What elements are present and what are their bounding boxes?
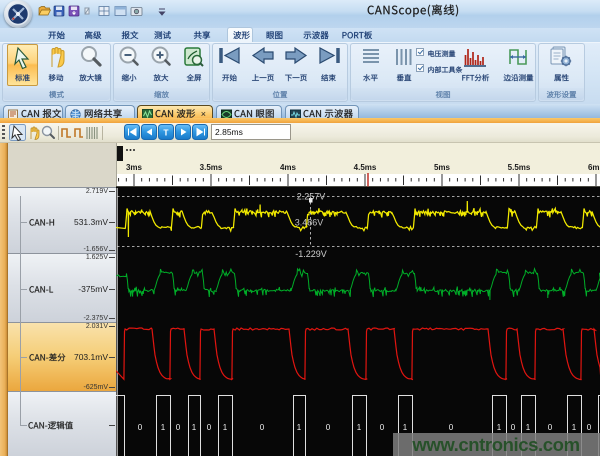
svg-text:5.5ms: 5.5ms xyxy=(508,163,531,172)
svg-text:0: 0 xyxy=(587,423,592,432)
svg-text:0: 0 xyxy=(260,423,265,432)
svg-text:6ms: 6ms xyxy=(588,163,600,172)
svg-text:T: T xyxy=(163,128,169,138)
svg-text:0: 0 xyxy=(207,423,212,432)
svg-text:1: 1 xyxy=(526,423,531,432)
svg-text:1: 1 xyxy=(161,423,166,432)
svg-text:3.5ms: 3.5ms xyxy=(200,163,223,172)
svg-text:0: 0 xyxy=(380,423,385,432)
svg-text:1: 1 xyxy=(497,423,502,432)
svg-text:5ms: 5ms xyxy=(434,163,451,172)
svg-text:1: 1 xyxy=(223,423,228,432)
svg-text:1: 1 xyxy=(357,423,362,432)
svg-text:3ms: 3ms xyxy=(126,163,143,172)
svg-text:www.cntronics.com: www.cntronics.com xyxy=(411,434,579,455)
svg-text:1: 1 xyxy=(572,423,577,432)
svg-text:3.486V: 3.486V xyxy=(295,218,324,228)
svg-text:2.257V: 2.257V xyxy=(297,192,326,202)
svg-text:0: 0 xyxy=(548,423,553,432)
svg-text:0: 0 xyxy=(511,423,516,432)
svg-text:0: 0 xyxy=(449,423,454,432)
svg-text:4ms: 4ms xyxy=(280,163,297,172)
svg-text:1: 1 xyxy=(297,423,302,432)
svg-text:4.5ms: 4.5ms xyxy=(354,163,377,172)
svg-text:-1.229V: -1.229V xyxy=(295,249,327,259)
svg-text:0: 0 xyxy=(176,423,181,432)
svg-text:1: 1 xyxy=(403,423,408,432)
svg-text:1: 1 xyxy=(192,423,197,432)
svg-text:0: 0 xyxy=(326,423,331,432)
svg-text:0: 0 xyxy=(138,423,143,432)
